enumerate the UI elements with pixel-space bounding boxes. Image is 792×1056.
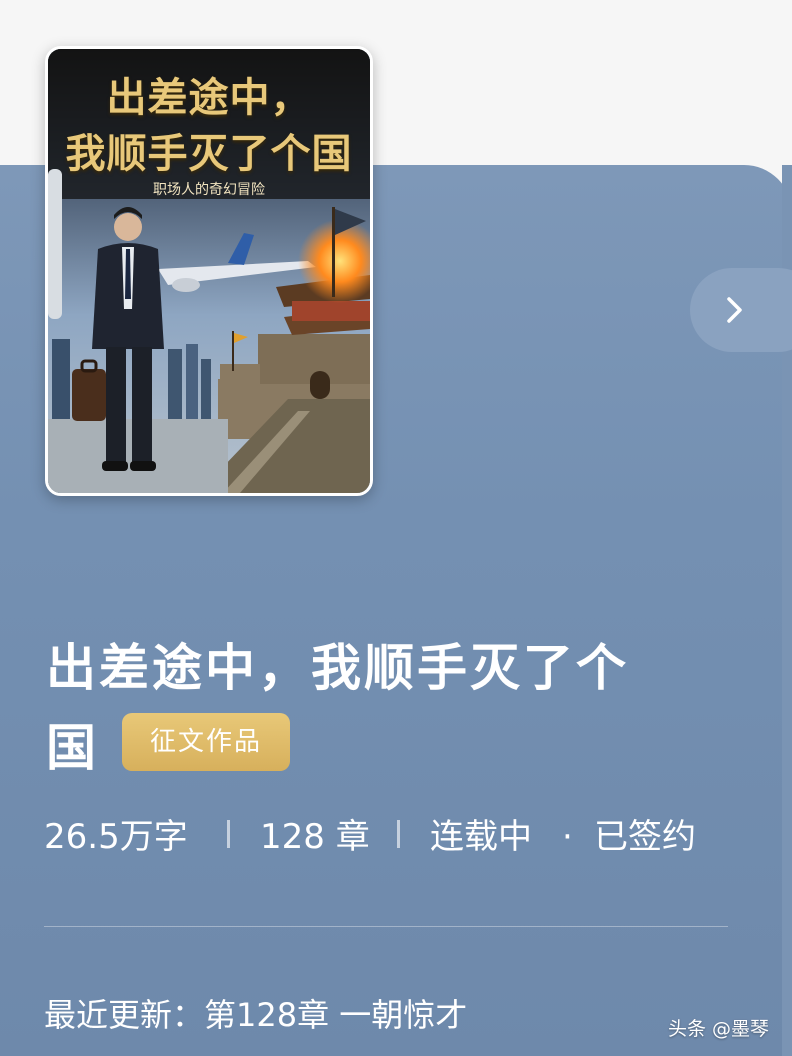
meta-separator — [227, 820, 230, 848]
divider — [44, 926, 728, 927]
cover-title-line2: 我顺手灭了个国 — [65, 130, 353, 177]
serial-status: 连载中 — [430, 817, 532, 857]
book-title-line2: 国 — [46, 719, 99, 777]
chapter-count[interactable]: 128 章 — [260, 812, 370, 862]
signed-status: 已签约 — [594, 817, 696, 857]
latest-update[interactable]: 最近更新：第128章 一朝惊才 — [44, 990, 467, 1036]
meta-dot: · — [562, 817, 573, 857]
contest-badge[interactable]: 征文作品 — [122, 713, 290, 771]
word-count: 26.5万字 — [44, 817, 188, 857]
cover-title-line1: 出差途中， — [106, 74, 312, 121]
book-title-line1: 出差途中，我顺手灭了个 — [46, 639, 629, 697]
chevron-right-icon[interactable] — [716, 292, 752, 328]
meta-separator — [397, 820, 400, 848]
cover-subtitle: 职场人的奇幻冒险 — [153, 182, 265, 198]
book-cover[interactable]: 出差途中， 我顺手灭了个国 职场人的奇幻冒险 — [45, 46, 373, 496]
watermark: 头条 @墨琴 — [668, 1018, 770, 1040]
